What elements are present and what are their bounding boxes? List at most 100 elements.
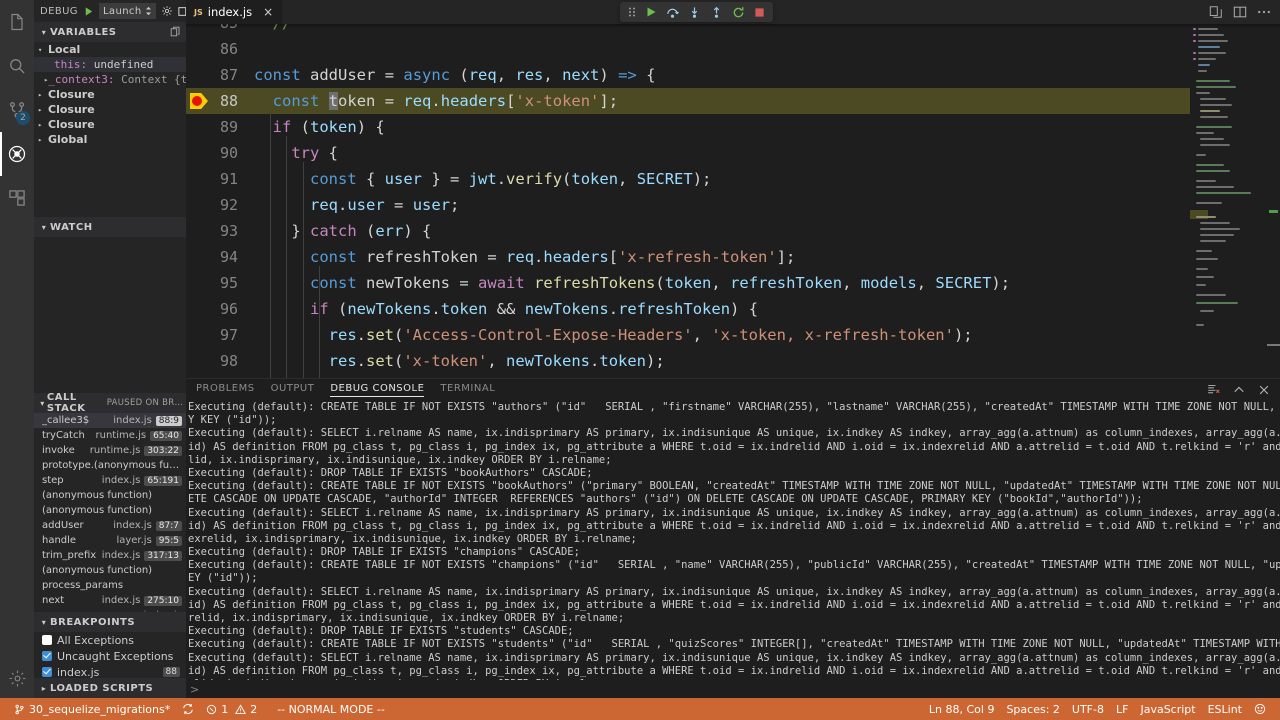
variable-scope-closure-2[interactable]: ▸ Closure — [34, 102, 186, 117]
loaded-scripts-pane-header[interactable]: ▸ LOADED SCRIPTS — [34, 678, 186, 698]
checkbox-unchecked[interactable] — [42, 635, 52, 646]
callstack-row[interactable]: (anonymous function) — [34, 488, 186, 503]
debug-toolbar — [620, 2, 773, 22]
tab-bar: JS index.js × — [186, 0, 1280, 24]
checkbox-checked[interactable] — [42, 651, 52, 662]
status-problems[interactable]: 1 2 — [200, 698, 263, 720]
debug-console-output[interactable]: Executing (default): CREATE TABLE IF NOT… — [186, 400, 1280, 680]
callstack-row[interactable]: step index.js 65:191 — [34, 473, 186, 488]
status-indentation[interactable]: Spaces: 2 — [1000, 698, 1065, 720]
close-icon[interactable]: × — [263, 6, 273, 18]
breakpoint-line-number: 88 — [162, 667, 180, 678]
more-actions-icon[interactable] — [1257, 9, 1271, 15]
callstack-row[interactable]: prototype.(anonymous functi… — [34, 458, 186, 473]
code-line: 98 res.set('x-token', newTokens.token); — [186, 348, 1190, 374]
code-editor[interactable]: 85 // 86 87 const addUser = async (req, … — [186, 24, 1280, 378]
line-number: 94 — [219, 248, 238, 266]
variable-row-context3[interactable]: ▸ _context3: Context {tryEntri… — [34, 72, 186, 87]
panel-tab-debug-console[interactable]: DEBUG CONSOLE — [330, 383, 425, 397]
clear-console-icon[interactable] — [1207, 383, 1220, 396]
activity-item-source-control[interactable]: 2 — [0, 88, 34, 132]
overview-ruler[interactable] — [1266, 24, 1280, 378]
gear-icon — [8, 669, 27, 688]
activity-item-settings[interactable] — [0, 658, 34, 698]
launch-configuration-select[interactable]: Launch — [98, 3, 156, 19]
line-number: 98 — [219, 352, 238, 370]
debug-console-input-row[interactable]: > — [186, 680, 1280, 698]
continue-icon[interactable] — [645, 6, 657, 18]
branch-name: 30_sequelize_migrations* — [29, 702, 171, 716]
callstack-frame-name: invoke — [42, 445, 75, 457]
variable-scope-local[interactable]: ▾ Local — [34, 42, 186, 57]
callstack-frame-position: 65:40 — [150, 430, 182, 441]
js-file-icon: JS — [194, 7, 203, 17]
status-encoding[interactable]: UTF-8 — [1066, 698, 1110, 720]
activity-item-debug[interactable] — [0, 132, 34, 176]
drag-handle-icon[interactable] — [628, 6, 636, 18]
stop-icon[interactable] — [754, 7, 765, 18]
breakpoint-row-all-exceptions[interactable]: All Exceptions — [34, 632, 186, 648]
step-into-icon[interactable] — [688, 6, 701, 19]
restart-icon[interactable] — [732, 6, 745, 19]
code-text: res.set('Access-Control-Expose-Headers',… — [328, 326, 973, 344]
variable-scope-global[interactable]: ▸ Global — [34, 132, 186, 147]
watch-pane-header[interactable]: ▾ WATCH — [34, 217, 186, 238]
callstack-row[interactable]: (anonymous function) — [34, 563, 186, 578]
step-out-icon[interactable] — [710, 6, 723, 19]
panel-tab-terminal[interactable]: TERMINAL — [440, 383, 495, 396]
variables-pane-header[interactable]: ▾ VARIABLES — [34, 22, 186, 42]
variable-scope-closure-1[interactable]: ▸ Closure — [34, 87, 186, 102]
copy-icon[interactable] — [170, 26, 181, 37]
minimap[interactable] — [1190, 24, 1266, 378]
variable-row-this[interactable]: this: undefined — [34, 57, 186, 72]
status-cursor-position[interactable]: Ln 88, Col 9 — [923, 698, 1001, 720]
callstack-frame-name: (anonymous function) — [42, 565, 153, 577]
checkbox-checked[interactable] — [42, 667, 52, 678]
step-over-icon[interactable] — [666, 6, 679, 19]
status-language-mode[interactable]: JavaScript — [1134, 698, 1201, 720]
code-text: const refreshToken = req.headers['x-refr… — [310, 248, 796, 266]
activity-item-extensions[interactable] — [0, 176, 34, 220]
variables-twisty-icon: ▾ — [41, 27, 47, 37]
callstack-twisty-icon: ▾ — [40, 398, 45, 408]
open-changes-icon[interactable] — [1209, 5, 1223, 19]
status-branch[interactable]: 30_sequelize_migrations* — [8, 698, 176, 720]
maximize-panel-icon[interactable] — [1233, 384, 1245, 396]
tab-index-js[interactable]: JS index.js × — [186, 0, 282, 24]
panel-tab-output[interactable]: OUTPUT — [271, 383, 315, 396]
status-eslint[interactable]: ESLint — [1202, 698, 1248, 720]
status-feedback[interactable] — [1248, 698, 1272, 720]
status-eol[interactable]: LF — [1110, 698, 1134, 720]
callstack-row[interactable]: _callee3$ index.js 88:9 — [34, 413, 186, 429]
callstack-row[interactable]: tryCatch runtime.js 65:40 — [34, 428, 186, 443]
console-line: id) AS definition FROM pg_class t, pg_cl… — [188, 440, 1280, 453]
activity-item-search[interactable] — [0, 44, 34, 88]
code-lines: 85 // 86 87 const addUser = async (req, … — [186, 24, 1190, 378]
callstack-row[interactable]: next index.js 275:10 — [34, 593, 186, 608]
source-control-badge: 2 — [16, 111, 30, 125]
console-line: Executing (default): CREATE TABLE IF NOT… — [188, 401, 1276, 413]
play-icon[interactable] — [83, 6, 94, 17]
debug-settings-gear-icon[interactable] — [161, 5, 173, 17]
breakpoints-pane-header[interactable]: ▾ BREAKPOINTS — [34, 612, 186, 633]
callstack-row[interactable]: handle layer.js 95:5 — [34, 533, 186, 548]
breakpoint-label: All Exceptions — [57, 633, 134, 647]
callstack-pane-header[interactable]: ▾ CALL STACK PAUSED ON BREAKPO… — [34, 392, 186, 414]
status-sync[interactable] — [176, 698, 200, 720]
callstack-row[interactable]: process_params — [34, 578, 186, 593]
callstack-row[interactable]: addUser index.js 87:7 — [34, 518, 186, 533]
callstack-row[interactable]: trim_prefix index.js 317:13 — [34, 548, 186, 563]
callstack-row[interactable]: invoke runtime.js 303:22 — [34, 443, 186, 458]
panel-tab-problems[interactable]: PROBLEMS — [196, 383, 255, 396]
callstack-row[interactable]: (anonymous function) — [34, 503, 186, 518]
breakpoint-row-uncaught-exceptions[interactable]: Uncaught Exceptions — [34, 648, 186, 664]
close-panel-icon[interactable] — [1258, 384, 1270, 396]
activity-item-explorer[interactable] — [0, 0, 34, 44]
callstack-frame-file: index.js — [101, 550, 141, 562]
breakpoint-row-index-js[interactable]: index.js 88 — [34, 664, 186, 678]
variable-scope-closure-3[interactable]: ▸ Closure — [34, 117, 186, 132]
variable-label: Closure — [48, 118, 95, 131]
variables-list: ▾ Local this: undefined ▸ _context3: Con… — [34, 42, 186, 217]
code-content[interactable]: 85 // 86 87 const addUser = async (req, … — [186, 24, 1190, 378]
split-editor-icon[interactable] — [1233, 5, 1247, 19]
